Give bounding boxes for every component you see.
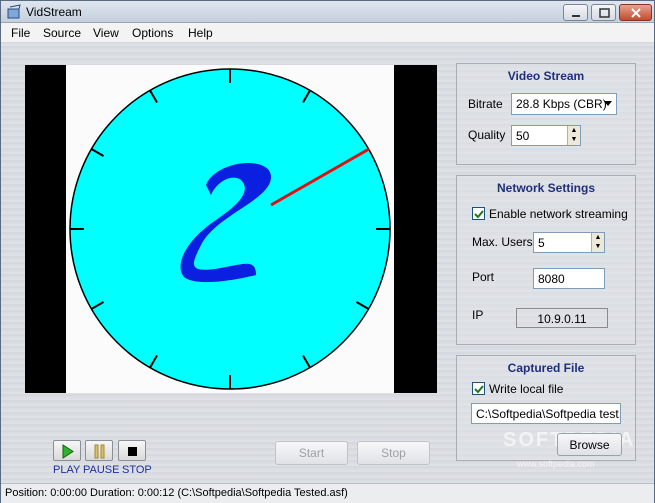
quality-label: Quality — [468, 128, 506, 142]
menu-bar: File Source View Options Help — [1, 23, 654, 43]
stop-stream-button[interactable]: Stop — [357, 441, 430, 465]
pause-label: PAUSE — [83, 464, 120, 476]
captured-file-title: Captured File — [507, 361, 585, 375]
stop-button[interactable] — [118, 440, 146, 461]
app-window: VidStream File Source View Options Help — [0, 0, 655, 503]
video-stream-title: Video Stream — [507, 69, 585, 83]
play-icon — [62, 444, 74, 459]
video-canvas — [66, 65, 394, 393]
browse-button[interactable]: Browse — [557, 433, 622, 456]
start-button[interactable]: Start — [275, 441, 348, 465]
spin-up-icon[interactable]: ▲ — [568, 126, 580, 135]
menu-view[interactable]: View — [93, 26, 119, 40]
spin-down-icon[interactable]: ▼ — [568, 135, 580, 144]
video-stream-panel: Video Stream Bitrate 28.8 Kbps (CBR) Qua… — [456, 63, 636, 165]
quality-field[interactable]: 50 ▲ ▼ — [511, 125, 581, 146]
play-label: PLAY — [53, 464, 81, 476]
clock-dial — [69, 68, 391, 390]
network-settings-panel: Network Settings Enable network streamin… — [456, 175, 636, 345]
max-users-label: Max. Users — [472, 235, 533, 249]
title-bar[interactable]: VidStream — [1, 1, 654, 23]
maximize-icon — [599, 8, 610, 18]
max-users-value: 5 — [538, 236, 545, 250]
pause-icon — [94, 444, 105, 459]
menu-file[interactable]: File — [11, 26, 30, 40]
status-text: Position: 0:00:00 Duration: 0:00:12 (C:\… — [5, 487, 348, 499]
maximize-button[interactable] — [591, 4, 616, 21]
chevron-down-icon[interactable] — [604, 101, 612, 106]
max-users-field[interactable]: 5 ▲ ▼ — [533, 232, 605, 253]
window-title: VidStream — [26, 5, 82, 19]
write-local-file-checkbox[interactable] — [472, 382, 485, 395]
bitrate-select[interactable]: 28.8 Kbps (CBR) — [511, 93, 617, 115]
enable-streaming-label[interactable]: Enable network streaming — [489, 207, 628, 221]
close-icon — [631, 8, 641, 18]
pause-button[interactable] — [85, 440, 113, 461]
close-button[interactable] — [619, 4, 652, 21]
spin-up-icon[interactable]: ▲ — [592, 233, 604, 242]
menu-source[interactable]: Source — [43, 26, 81, 40]
bitrate-value: 28.8 Kbps (CBR) — [516, 97, 607, 111]
checkmark-icon — [474, 385, 484, 394]
minimize-icon — [572, 15, 580, 17]
status-bar: Position: 0:00:00 Duration: 0:00:12 (C:\… — [1, 483, 654, 503]
menu-help[interactable]: Help — [188, 26, 213, 40]
stop-label: STOP — [122, 464, 152, 476]
menu-options[interactable]: Options — [132, 26, 173, 40]
bitrate-label: Bitrate — [468, 97, 503, 111]
ip-label: IP — [472, 308, 484, 322]
write-local-file-label[interactable]: Write local file — [489, 382, 563, 396]
file-path-input[interactable]: C:\Softpedia\Softpedia test.as — [471, 403, 621, 424]
spin-down-icon[interactable]: ▼ — [592, 242, 604, 251]
port-value: 8080 — [538, 272, 565, 286]
stop-icon — [128, 447, 137, 456]
network-settings-title: Network Settings — [496, 181, 595, 195]
enable-streaming-checkbox[interactable] — [472, 207, 485, 220]
minimize-button[interactable] — [563, 4, 588, 21]
max-users-stepper[interactable]: ▲ ▼ — [591, 233, 604, 252]
quality-value: 50 — [516, 129, 530, 143]
quality-stepper[interactable]: ▲ ▼ — [567, 126, 580, 145]
checkmark-icon — [474, 210, 484, 219]
play-button[interactable] — [53, 440, 81, 461]
ip-value: 10.9.0.11 — [516, 308, 608, 328]
port-field[interactable]: 8080 — [533, 268, 605, 289]
app-icon — [6, 4, 22, 20]
port-label: Port — [472, 270, 495, 284]
softpedia-watermark-url: www.softpedia.com — [517, 459, 595, 469]
clock-dial-image — [69, 68, 391, 390]
